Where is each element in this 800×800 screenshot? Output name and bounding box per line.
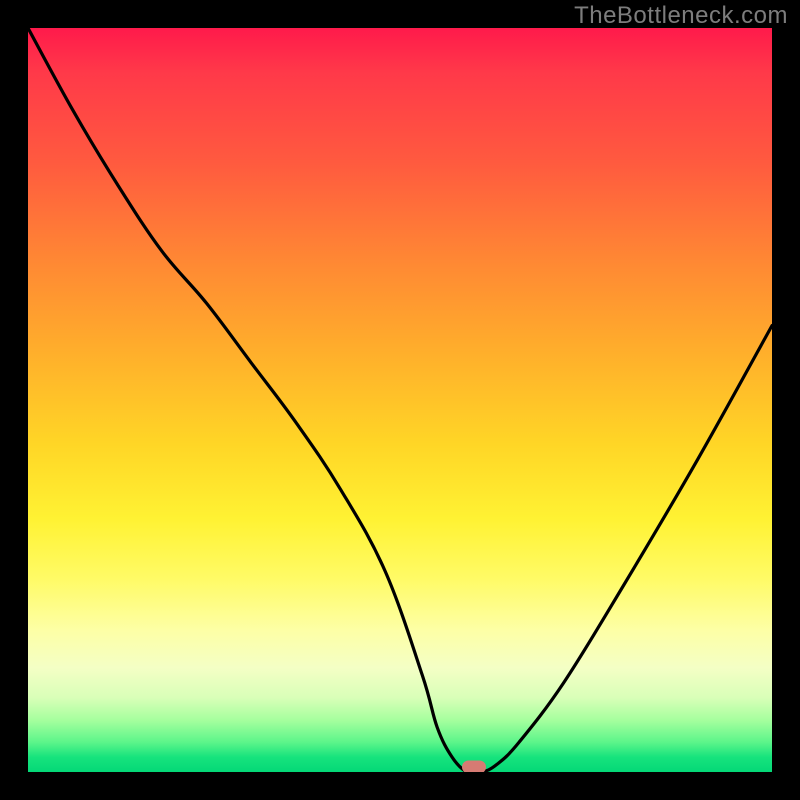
watermark-text: TheBottleneck.com (574, 2, 788, 30)
bottleneck-curve (28, 28, 772, 772)
chart-frame: TheBottleneck.com (0, 0, 800, 800)
optimal-marker (462, 761, 486, 773)
plot-area (28, 28, 772, 772)
curve-path (28, 28, 772, 772)
